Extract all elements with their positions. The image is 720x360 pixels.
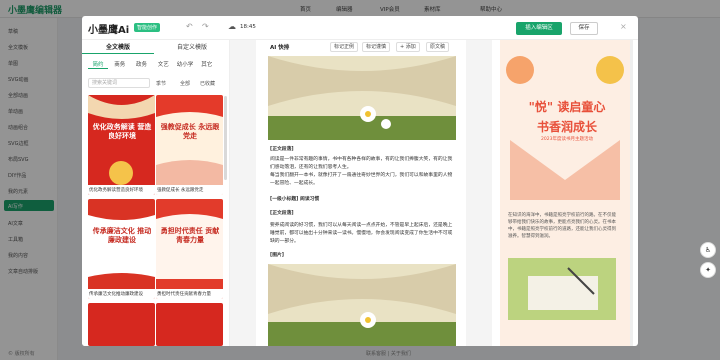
category-arts[interactable]: 文艺	[153, 60, 173, 68]
mark-positive-button[interactable]: 标记正例	[330, 42, 359, 52]
doc-label: [一级小标题] 阅读习惯	[270, 197, 320, 202]
original-draft-button[interactable]: 原文稿	[426, 42, 450, 52]
ai-quick-layout[interactable]: AI 快排	[270, 43, 289, 51]
preview-subtitle: 2023年度读书月主题活动	[541, 137, 593, 142]
daisy-book-photo[interactable]	[268, 56, 456, 140]
assistant-icon[interactable]: ✦	[700, 262, 716, 278]
preview-title-1: "悦" 读启童心	[528, 100, 606, 114]
undo-icon[interactable]: ↶	[186, 22, 193, 31]
doc-label: [正文段落]	[270, 147, 294, 152]
modal-logo: 小墨鹰Ai	[88, 25, 130, 36]
template-art	[88, 199, 155, 299]
template-card[interactable]	[156, 303, 223, 346]
preview-photo-art	[508, 258, 616, 320]
category-school[interactable]: 幼小学	[175, 60, 195, 68]
insert-editor-button[interactable]: 插入编辑区	[516, 22, 562, 35]
template-caption: 传承廉洁文化推动廉政建设	[88, 289, 155, 299]
template-card[interactable]	[88, 303, 155, 346]
template-card[interactable]: 优化政务解读 营造良好环境 优化政务解读营造良好环境	[88, 95, 155, 195]
doc-paragraph[interactable]: 要养成阅读的好习惯，我们可以从每天阅读一点点开始，不管是早上起床后，还是晚上睡觉…	[270, 222, 454, 246]
redo-icon[interactable]: ↷	[202, 22, 209, 31]
category-bar: 简约 商务 政务 文艺 幼小学 其它	[88, 60, 228, 69]
preview-photo	[508, 258, 616, 320]
doc-paragraph[interactable]: 每当我们翻开一本书，就像打开了一扇通往奇妙世界的大门，我们可以和故事里的人物一起…	[270, 172, 454, 188]
doc-label: [图片]	[270, 253, 284, 258]
cloud-save-icon: ☁	[228, 22, 236, 31]
daisy-book-photo-2[interactable]	[268, 264, 456, 346]
template-card[interactable]: 勇担时代责任 贡献青春力量 勇担时代责任贡献青春力量	[156, 199, 223, 299]
modal-toolbar: 小墨鹰Ai 智能创作 ↶ ↷ ☁ 18:45 插入编辑区 保存 ×	[82, 16, 638, 40]
category-simple[interactable]: 简约	[88, 60, 108, 69]
mark-caution-button[interactable]: 标记谨慎	[362, 42, 391, 52]
preview-scrollbar[interactable]	[630, 40, 633, 346]
template-caption: 强教促成长 永远跟党走	[156, 185, 223, 195]
template-panel: 全文模版 自定义模版 简约 商务 政务 文艺 幼小学 其它 搜索关键词 季节 全…	[82, 40, 230, 346]
filter-favorited[interactable]: 已收藏	[200, 80, 215, 87]
category-government[interactable]: 政务	[132, 60, 152, 68]
accessibility-icon[interactable]: ♿	[700, 242, 716, 258]
doc-label: [正文段落]	[270, 211, 294, 216]
template-card[interactable]: 传承廉洁文化 推动廉政建设 传承廉洁文化推动廉政建设	[88, 199, 155, 299]
template-caption: 勇担时代责任贡献青春力量	[156, 289, 223, 299]
category-other[interactable]: 其它	[197, 60, 217, 68]
template-title: 强教促成长 永远跟党走	[160, 123, 220, 140]
photo-art	[268, 264, 456, 346]
template-card[interactable]: 强教促成长 永远跟党走 强教促成长 永远跟党走	[156, 95, 223, 195]
filter-all[interactable]: 全部	[180, 80, 190, 87]
template-scrollbar[interactable]	[224, 96, 227, 180]
save-time: 18:45	[240, 24, 256, 30]
template-art	[88, 95, 155, 195]
tab-full-templates[interactable]: 全文模版	[82, 42, 154, 54]
template-art	[156, 199, 223, 299]
doc-paragraph[interactable]: 阅读是一件非常有趣的事情，书中有各种各样的故事，有的让我们捧腹大笑，有的让我们感…	[270, 156, 454, 172]
add-button[interactable]: + 添加	[396, 42, 420, 52]
template-title: 传承廉洁文化 推动廉政建设	[92, 227, 152, 244]
template-art	[156, 95, 223, 195]
photo-art	[268, 56, 456, 140]
preview-title-2: 书香润成长	[536, 120, 597, 134]
tab-custom-templates[interactable]: 自定义模版	[156, 42, 228, 54]
modal-badge: 智能创作	[134, 23, 161, 32]
template-title: 勇担时代责任 贡献青春力量	[160, 227, 220, 244]
category-business[interactable]: 商务	[110, 60, 130, 68]
filter-season[interactable]: 季节	[156, 80, 166, 87]
close-icon[interactable]: ×	[620, 22, 627, 31]
save-button[interactable]: 保存	[570, 22, 598, 35]
preview-text: 在知识的海洋中，书籍是照亮学校前行的路。在不仅能够带给我们快乐的故事，更能点亮我…	[508, 213, 616, 239]
search-input[interactable]: 搜索关键词	[88, 78, 150, 88]
template-caption: 优化政务解读营造良好环境	[88, 185, 155, 195]
template-title: 优化政务解读 营造良好环境	[92, 123, 152, 140]
